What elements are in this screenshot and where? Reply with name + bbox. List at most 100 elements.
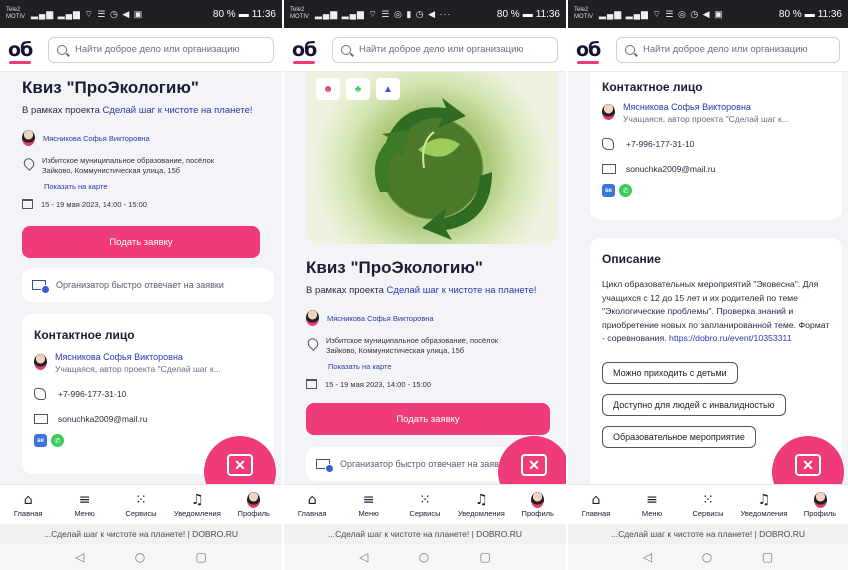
tab-menu[interactable]: ≡ Меню bbox=[343, 492, 395, 518]
location-pin-icon bbox=[21, 156, 37, 171]
vk-icon[interactable]: вк bbox=[34, 434, 47, 447]
carrier-label: Tele2 MOTIV bbox=[6, 7, 25, 20]
apply-button[interactable]: Подать заявку bbox=[22, 226, 260, 258]
system-nav-bar: ◁ ○ ▢ bbox=[284, 544, 566, 570]
contact-email[interactable]: sonuchka2009@mail.ru bbox=[34, 414, 262, 424]
contact-name: Мясникова Софья Викторовна bbox=[623, 102, 751, 112]
event-date: 15 - 19 мая 2023, 14:00 - 15:00 bbox=[22, 199, 260, 209]
tab-notifications[interactable]: ♫ Уведомления bbox=[738, 492, 790, 518]
tab-profile[interactable]: Профиль bbox=[512, 491, 564, 518]
browser-url-bar[interactable]: ...Сделай шаг к чистоте на планете! | DO… bbox=[0, 524, 282, 544]
contact-phone[interactable]: +7-996-177-31-10 bbox=[34, 388, 262, 400]
tab-profile[interactable]: Профиль bbox=[228, 491, 280, 518]
project-link[interactable]: Сделай шаг к чистоте на планете! bbox=[387, 285, 537, 296]
calendar-icon bbox=[306, 379, 317, 389]
dobro-logo[interactable]: об bbox=[292, 39, 322, 64]
whatsapp-icon[interactable]: ✆ bbox=[619, 184, 632, 197]
whatsapp-icon[interactable]: ✆ bbox=[51, 434, 64, 447]
children-icon: ☻ bbox=[316, 78, 340, 100]
back-icon[interactable]: ◁ bbox=[643, 550, 652, 564]
phone-screen-1: Tele2 MOTIV ▂▄▆ ▂▄▆ ⌔ ☰ ◷ ◀ ▣ 80 % ▬ 11:3… bbox=[0, 0, 282, 570]
avatar bbox=[34, 354, 47, 370]
dobro-logo[interactable]: об bbox=[8, 39, 38, 64]
carrier-label: Tele2 MOTIV bbox=[574, 7, 593, 20]
contact-card: Контактное лицо Мясникова Софья Викторов… bbox=[590, 72, 842, 220]
contact-person[interactable]: Мясникова Софья Викторовна Учащаяся, авто… bbox=[34, 352, 262, 374]
phone-icon bbox=[602, 138, 614, 150]
home-circle-icon[interactable]: ○ bbox=[702, 550, 712, 564]
tab-notifications[interactable]: ♫ Уведомления bbox=[455, 492, 507, 518]
tab-profile[interactable]: Профиль bbox=[794, 491, 846, 518]
grid-icon: ⁙ bbox=[135, 491, 147, 508]
bottom-tab-bar: ⌂ Главная ≡ Меню ⁙ Сервисы ♫ Уведомления Про… bbox=[284, 484, 566, 524]
search-input[interactable]: Найти доброе дело или организацию bbox=[616, 36, 840, 63]
contact-name: Мясникова Софья Викторовна bbox=[55, 352, 183, 362]
apply-button[interactable]: Подать заявку bbox=[306, 403, 550, 435]
show-on-map-link[interactable]: Показать на карте bbox=[44, 182, 260, 191]
system-nav-bar: ◁ ○ ▢ bbox=[568, 544, 848, 570]
calendar-icon bbox=[22, 199, 33, 209]
contact-phone[interactable]: +7-996-177-31-10 bbox=[602, 138, 830, 150]
tab-services[interactable]: ⁙ Сервисы bbox=[399, 492, 451, 518]
mail-check-icon bbox=[32, 280, 50, 294]
dobro-logo[interactable]: об bbox=[576, 39, 606, 64]
contact-title: Контактное лицо bbox=[34, 328, 135, 342]
phone-screen-3: Tele2 MOTIV ▂▄▆ ▂▄▆ ⌔ ☰ ◎ ◷ ◀ ▣ 80 % ▬ 11… bbox=[568, 0, 848, 570]
organizer[interactable]: Мясникова Софья Викторовна bbox=[306, 310, 550, 326]
battery-level: 80 % bbox=[496, 8, 520, 20]
close-box-icon: ✕ bbox=[227, 454, 253, 476]
back-icon[interactable]: ◁ bbox=[359, 550, 368, 564]
location-pin-icon bbox=[305, 336, 321, 351]
back-icon[interactable]: ◁ bbox=[75, 550, 84, 564]
contact-person[interactable]: Мясникова Софья Викторовна Учащаяся, авто… bbox=[602, 102, 830, 124]
bottom-tab-bar: ⌂ Главная ≡ Меню ⁙ Сервисы ♫ Уведомления Про… bbox=[568, 484, 848, 524]
tab-menu[interactable]: ≡ Меню bbox=[59, 492, 111, 518]
tag-with-children[interactable]: Можно приходить с детьми bbox=[602, 361, 738, 384]
search-icon bbox=[625, 44, 635, 55]
show-on-map-link[interactable]: Показать на карте bbox=[328, 362, 550, 371]
home-circle-icon[interactable]: ○ bbox=[419, 550, 429, 564]
avatar bbox=[602, 104, 615, 120]
tab-menu[interactable]: ≡ Меню bbox=[626, 492, 678, 518]
menu-icon: ≡ bbox=[78, 491, 91, 508]
tag-educational[interactable]: Образовательное мероприятие bbox=[602, 425, 756, 448]
contact-role: Учащаяся, автор проекта "Сделай шаг к... bbox=[623, 114, 789, 124]
tab-services[interactable]: ⁙ Сервисы bbox=[682, 492, 734, 518]
event-project: В рамках проекта Сделай шаг к чистоте на… bbox=[306, 285, 537, 296]
home-icon: ⌂ bbox=[591, 491, 601, 508]
mail-icon bbox=[602, 164, 616, 174]
fast-reply-card: Организатор быстро отвечает на заявки bbox=[22, 268, 274, 302]
category-icons: ☻ ♣ ▲ bbox=[316, 78, 400, 100]
browser-url-bar[interactable]: ...Сделай шаг к чистоте на планете! | DO… bbox=[568, 524, 848, 544]
recents-icon[interactable]: ▢ bbox=[480, 550, 491, 564]
tag-accessible[interactable]: Доступно для людей с инвалидностью bbox=[602, 393, 786, 416]
education-icon: ▲ bbox=[376, 78, 400, 100]
vk-icon[interactable]: вк bbox=[602, 184, 615, 197]
event-url-link[interactable]: https://dobro.ru/event/10353311 bbox=[669, 333, 792, 343]
tab-home[interactable]: ⌂ Главная bbox=[570, 492, 622, 518]
recents-icon[interactable]: ▢ bbox=[762, 550, 773, 564]
mail-icon bbox=[34, 414, 48, 424]
status-bar: Tele2 MOTIV ▂▄▆ ▂▄▆ ⌔ ☰ ◎ ▮ ◷ ◀ ··· 80 % … bbox=[284, 0, 566, 28]
home-circle-icon[interactable]: ○ bbox=[135, 550, 145, 564]
battery-level: 80 % bbox=[778, 8, 802, 20]
contact-email[interactable]: sonuchka2009@mail.ru bbox=[602, 164, 830, 174]
signal-icons: ▂▄▆ ▂▄▆ ⌔ ☰ ◎ ▮ ◷ ◀ ··· bbox=[315, 8, 452, 19]
project-link[interactable]: Сделай шаг к чистоте на планете! bbox=[103, 105, 253, 116]
organizer[interactable]: Мясникова Софья Викторовна bbox=[22, 130, 260, 146]
tab-home[interactable]: ⌂ Главная bbox=[286, 492, 338, 518]
search-placeholder: Найти доброе дело или организацию bbox=[643, 44, 808, 55]
event-date: 15 - 19 мая 2023, 14:00 - 15:00 bbox=[306, 379, 550, 389]
clock: 11:36 bbox=[817, 8, 842, 20]
search-placeholder: Найти доброе дело или организацию bbox=[75, 44, 240, 55]
tab-home[interactable]: ⌂ Главная bbox=[2, 492, 54, 518]
phone-icon bbox=[34, 388, 46, 400]
tab-notifications[interactable]: ♫ Уведомления bbox=[171, 492, 223, 518]
browser-url-bar[interactable]: ...Сделай шаг к чистоте на планете! | DO… bbox=[284, 524, 566, 544]
tab-services[interactable]: ⁙ Сервисы bbox=[115, 492, 167, 518]
search-input[interactable]: Найти доброе дело или организацию bbox=[332, 36, 558, 63]
event-cover-image: ☻ ♣ ▲ bbox=[306, 72, 558, 244]
search-input[interactable]: Найти доброе дело или организацию bbox=[48, 36, 274, 63]
recents-icon[interactable]: ▢ bbox=[196, 550, 207, 564]
status-bar: Tele2 MOTIV ▂▄▆ ▂▄▆ ⌔ ☰ ◎ ◷ ◀ ▣ 80 % ▬ 11… bbox=[568, 0, 848, 28]
